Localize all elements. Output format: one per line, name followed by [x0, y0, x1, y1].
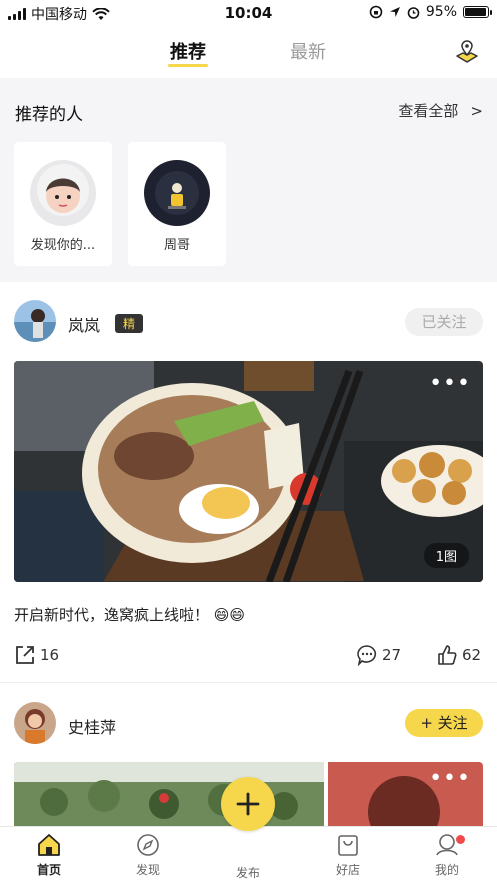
- post-text: 开启新时代，逸窝疯上线啦！ 😄😄: [14, 604, 245, 625]
- post-author-name[interactable]: 岚岚: [68, 312, 100, 336]
- post-emoji: 😄😄: [213, 606, 246, 624]
- plus-icon: [236, 792, 260, 816]
- post-actions: 16 27 62: [0, 644, 497, 670]
- image-count-badge: 1图: [423, 543, 469, 568]
- home-icon: [38, 834, 60, 856]
- tab-publish-label: 发布: [235, 866, 260, 880]
- person-name: 发现你的...: [30, 238, 96, 253]
- post-caption: 开启新时代，逸窝疯上线啦！: [14, 606, 210, 624]
- more-options-icon[interactable]: •••: [429, 371, 471, 396]
- tab-shop-label: 好店: [335, 863, 360, 877]
- top-tabs: 推荐 最新: [0, 30, 497, 76]
- compass-icon: [137, 834, 159, 856]
- location-arrow-icon: [389, 7, 400, 17]
- tab-shop[interactable]: 好店: [318, 833, 378, 878]
- person-card[interactable]: 发现你的...: [14, 142, 112, 266]
- recommend-people-section: 推荐的人 查看全部 > 发现你的... 周哥: [0, 78, 497, 282]
- battery-percent: 95%: [425, 4, 457, 20]
- tab-home[interactable]: 首页: [19, 833, 79, 878]
- rotation-lock-icon: [369, 5, 383, 19]
- see-all-link[interactable]: 查看全部 >: [398, 100, 483, 121]
- tab-discover[interactable]: 发现: [118, 833, 178, 878]
- like-count: 62: [462, 646, 482, 664]
- tab-mine-label: 我的: [434, 863, 459, 877]
- share-button[interactable]: 16: [14, 644, 59, 666]
- avatar[interactable]: [14, 702, 56, 744]
- featured-badge: 精: [115, 314, 144, 333]
- tab-recommended[interactable]: 推荐: [170, 38, 206, 64]
- tab-mine[interactable]: 我的: [417, 833, 477, 878]
- like-button[interactable]: 62: [436, 644, 481, 666]
- more-options-icon[interactable]: •••: [429, 766, 471, 791]
- battery-icon: [463, 6, 492, 18]
- map-location-icon[interactable]: [453, 38, 481, 64]
- feed-post: 岚岚 精 已关注 ••• 1图 开启新时代，逸窝疯上线啦！ 😄😄 16 27 6…: [0, 282, 497, 683]
- status-right: 95%: [369, 4, 492, 20]
- notification-dot: [456, 835, 465, 844]
- share-count: 16: [40, 646, 60, 664]
- tab-active-indicator: [168, 64, 208, 67]
- post-author-name[interactable]: 史桂萍: [68, 714, 116, 738]
- alarm-icon: [407, 6, 420, 19]
- followed-button[interactable]: 已关注: [405, 308, 483, 336]
- post-image[interactable]: ••• 1图: [14, 361, 483, 582]
- tab-home-label: 首页: [36, 863, 61, 877]
- follow-button[interactable]: + 关注: [405, 709, 483, 737]
- tab-discover-label: 发现: [135, 863, 160, 877]
- divider: [0, 682, 497, 683]
- chevron-right-icon: >: [470, 102, 483, 120]
- tab-latest[interactable]: 最新: [290, 38, 326, 64]
- recommend-people-title: 推荐的人: [15, 105, 83, 125]
- avatar: [30, 160, 96, 226]
- status-bar: 中国移动 10:04 95%: [0, 0, 497, 26]
- comment-button[interactable]: 27: [356, 644, 401, 666]
- person-card[interactable]: 周哥: [128, 142, 226, 266]
- thumbs-up-icon: [438, 645, 457, 665]
- noodle-photo: [14, 361, 483, 582]
- person-name: 周哥: [163, 238, 190, 253]
- see-all-label: 查看全部: [398, 102, 459, 120]
- publish-button[interactable]: [221, 777, 275, 831]
- avatar[interactable]: [14, 300, 56, 342]
- avatar: [144, 160, 210, 226]
- share-icon: [16, 646, 34, 664]
- comment-icon: [357, 645, 377, 666]
- shopping-bag-icon: [338, 835, 358, 856]
- comment-count: 27: [382, 646, 402, 664]
